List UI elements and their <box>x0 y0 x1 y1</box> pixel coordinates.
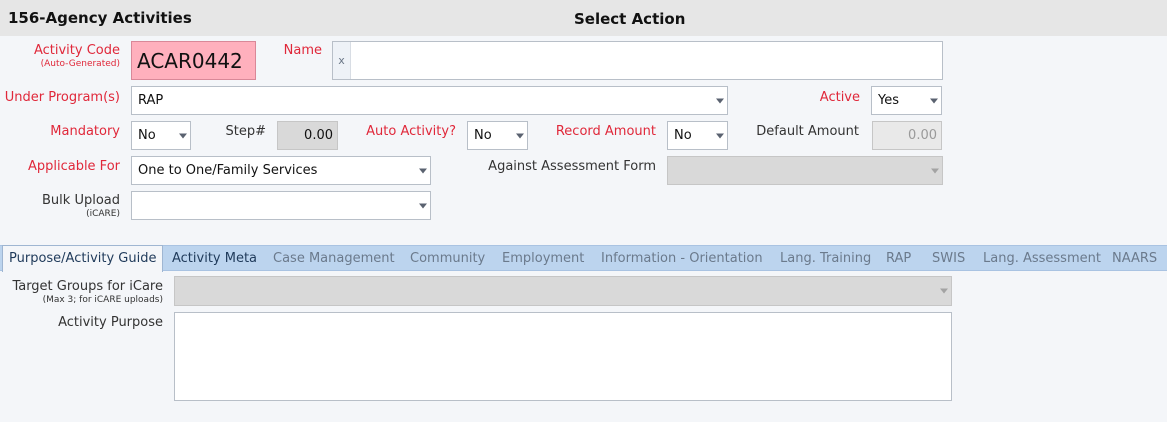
chevron-down-icon <box>931 168 939 173</box>
target-groups-sublabel: (Max 3; for iCARE uploads) <box>42 295 163 305</box>
active-value: Yes <box>878 93 899 108</box>
chevron-down-icon <box>419 203 427 208</box>
tab-naars[interactable]: NAARS <box>1112 246 1157 272</box>
against-assessment-form-select <box>667 156 943 185</box>
chevron-down-icon <box>940 288 948 294</box>
step-label: Step# <box>225 124 267 139</box>
target-groups-label-text: Target Groups for iCare <box>12 279 163 294</box>
activity-code-label: Activity Code (Auto-Generated) <box>20 43 120 69</box>
chevron-down-icon <box>179 133 187 138</box>
tab-purpose-activity-guide[interactable]: Purpose/Activity Guide <box>2 245 164 272</box>
tab-lang-assessment[interactable]: Lang. Assessment <box>983 246 1101 272</box>
record-amount-value: No <box>674 128 692 143</box>
activity-purpose-label: Activity Purpose <box>58 315 163 330</box>
active-select[interactable]: Yes <box>871 86 942 115</box>
mandatory-value: No <box>138 128 156 143</box>
name-input[interactable]: x <box>332 41 943 80</box>
chevron-down-icon <box>930 98 938 103</box>
record-amount-select[interactable]: No <box>667 121 728 150</box>
chevron-down-icon <box>516 133 524 138</box>
tab-rap[interactable]: RAP <box>886 246 911 272</box>
default-amount-value: 0.00 <box>908 128 937 143</box>
default-amount-field: 0.00 <box>872 121 942 150</box>
bulk-upload-sublabel: (iCARE) <box>86 209 120 219</box>
tab-employment[interactable]: Employment <box>502 246 584 272</box>
applicable-for-select[interactable]: One to One/Family Services <box>131 156 431 185</box>
under-program-select[interactable]: RAP <box>131 86 728 115</box>
tab-lang-training[interactable]: Lang. Training <box>780 246 871 272</box>
against-assessment-form-label: Against Assessment Form <box>488 159 656 174</box>
tab-community[interactable]: Community <box>410 246 485 272</box>
under-program-label: Under Program(s) <box>4 90 120 105</box>
auto-activity-value: No <box>474 128 492 143</box>
auto-activity-select[interactable]: No <box>467 121 528 150</box>
activity-code-sublabel: (Auto-Generated) <box>40 59 120 69</box>
active-label: Active <box>819 90 860 105</box>
name-prefix: x <box>333 42 351 79</box>
bulk-upload-select[interactable] <box>131 191 431 220</box>
tab-information-orientation[interactable]: Information - Orientation <box>601 246 763 272</box>
auto-activity-label: Auto Activity? <box>366 124 456 139</box>
page-header: 156-Agency Activities Select Action <box>0 0 1167 36</box>
target-groups-select <box>174 276 952 306</box>
target-groups-label: Target Groups for iCare (Max 3; for iCAR… <box>0 279 163 305</box>
record-amount-label: Record Amount <box>555 124 656 139</box>
bulk-upload-label-text: Bulk Upload <box>42 193 120 208</box>
name-label: Name <box>283 43 322 58</box>
action-title: Select Action <box>574 10 686 28</box>
applicable-for-label: Applicable For <box>27 159 120 174</box>
under-program-value: RAP <box>138 93 164 108</box>
tab-activity-meta[interactable]: Activity Meta <box>172 246 257 272</box>
activity-code-label-text: Activity Code <box>33 43 120 58</box>
chevron-down-icon <box>716 133 724 138</box>
applicable-for-value: One to One/Family Services <box>138 163 318 178</box>
tab-case-management[interactable]: Case Management <box>273 246 395 272</box>
chevron-down-icon <box>419 168 427 173</box>
default-amount-label: Default Amount <box>756 124 859 139</box>
step-field: 0.00 <box>277 121 338 150</box>
activity-code-value: ACAR0442 <box>137 48 243 73</box>
tab-bar: Purpose/Activity Guide Activity Meta Cas… <box>0 245 1167 272</box>
tab-swis[interactable]: SWIS <box>932 246 965 272</box>
module-title: 156-Agency Activities <box>8 9 192 27</box>
chevron-down-icon <box>716 98 724 103</box>
step-value: 0.00 <box>304 128 333 143</box>
activity-purpose-textarea[interactable] <box>174 312 952 401</box>
bulk-upload-label: Bulk Upload (iCARE) <box>20 193 120 219</box>
mandatory-label: Mandatory <box>50 124 120 139</box>
mandatory-select[interactable]: No <box>131 121 191 150</box>
